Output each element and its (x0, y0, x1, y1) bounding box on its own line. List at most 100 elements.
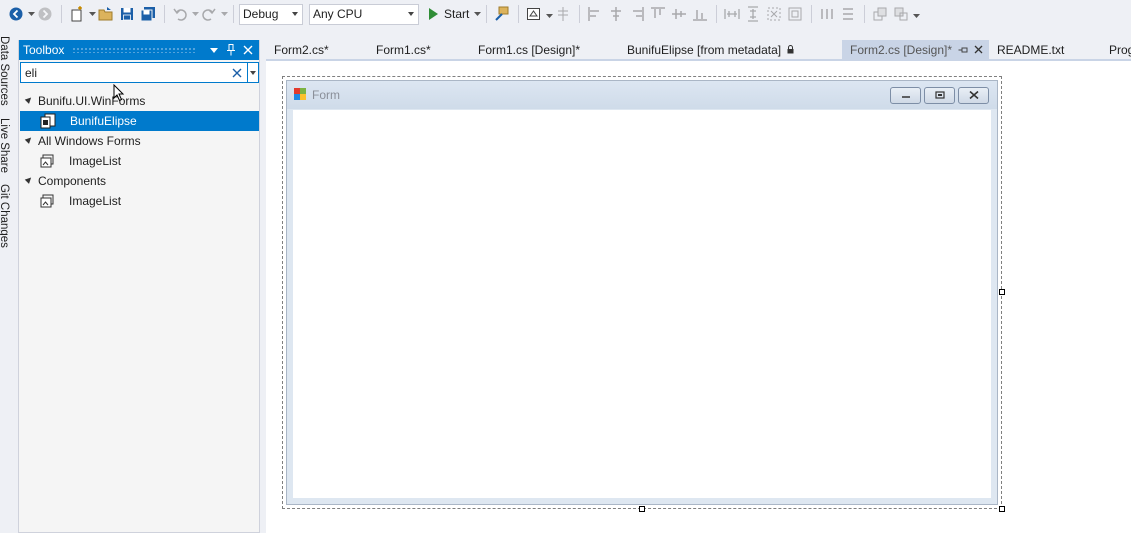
align-middles-icon[interactable] (669, 4, 689, 24)
form-layout-icon[interactable] (524, 4, 544, 24)
close-icon[interactable] (241, 43, 255, 57)
platform-select[interactable]: Any CPU (309, 3, 419, 25)
make-same-width-icon[interactable] (722, 4, 742, 24)
item-label: BunifuElipse (70, 114, 137, 128)
item-label: ImageList (69, 194, 122, 208)
form-selection-frame[interactable]: Form (282, 76, 1002, 509)
tab-form1-cs[interactable]: Form1.cs* (368, 40, 470, 59)
window-position-dropdown-icon[interactable] (207, 43, 221, 57)
horizontal-spacing-icon[interactable] (817, 4, 837, 24)
tab-form1-design[interactable]: Form1.cs [Design]* (470, 40, 619, 59)
toolbar-separator (518, 5, 520, 23)
toolbox-search-row: eli (20, 62, 259, 83)
toolbox-titlebar[interactable]: Toolbox (19, 40, 259, 60)
align-rights-icon[interactable] (627, 4, 647, 24)
resize-handle-right[interactable] (999, 289, 1005, 295)
tab-label: Form1.cs [Design]* (478, 42, 581, 57)
chevron-down-icon (250, 70, 257, 75)
pin-icon[interactable] (224, 43, 238, 57)
save-icon[interactable] (117, 4, 137, 24)
make-same-height-icon[interactable] (743, 4, 763, 24)
align-tops-icon[interactable] (648, 4, 668, 24)
designed-form[interactable]: Form (286, 80, 998, 505)
tab-form2-cs[interactable]: Form2.cs* (266, 40, 368, 59)
group-label: Bunifu.UI.WinForms (38, 94, 146, 108)
imagelist-icon (39, 193, 55, 209)
size-to-grid-icon[interactable] (764, 4, 784, 24)
toolbar-separator (716, 5, 718, 23)
search-value: eli (25, 65, 38, 80)
main-toolbar: Debug Any CPU Start (0, 0, 1131, 28)
align-bottoms-icon[interactable] (690, 4, 710, 24)
make-same-size-icon[interactable] (785, 4, 805, 24)
group-label: All Windows Forms (38, 134, 141, 148)
form-designer-surface[interactable]: Form (266, 59, 1131, 533)
chevron-down-icon (408, 12, 414, 16)
close-icon[interactable] (958, 86, 989, 104)
toolbar-overflow-icon[interactable] (912, 4, 920, 24)
toolbox-item-imagelist[interactable]: ImageList (19, 191, 259, 211)
tab-label: Prog (1109, 42, 1131, 57)
toolbox-tree: Bunifu.UI.WinForms BunifuElipse All Wind… (19, 91, 259, 211)
start-dropdown-icon[interactable] (473, 4, 481, 24)
align-lefts-icon[interactable] (585, 4, 605, 24)
expanded-triangle-icon[interactable] (24, 95, 34, 104)
undo-icon[interactable] (170, 4, 190, 24)
tab-readme-txt[interactable]: README.txt (989, 40, 1101, 59)
save-all-icon[interactable] (138, 4, 158, 24)
item-label: ImageList (69, 154, 122, 168)
configuration-value: Debug (243, 7, 279, 21)
form-layout-dropdown-icon[interactable] (545, 4, 553, 24)
redo-icon[interactable] (199, 4, 219, 24)
align-to-grid-icon[interactable] (553, 4, 573, 24)
expanded-triangle-icon[interactable] (24, 135, 34, 144)
maximize-icon[interactable] (924, 86, 955, 104)
new-project-icon[interactable] (67, 4, 87, 24)
start-button[interactable]: Start (425, 4, 473, 24)
panel-grip (72, 47, 196, 53)
toolbox-group-bunifu[interactable]: Bunifu.UI.WinForms (19, 91, 259, 111)
redo-dropdown-icon[interactable] (220, 4, 228, 24)
resize-handle-bottom-right[interactable] (999, 506, 1005, 512)
live-share-tab[interactable]: Live Share (0, 118, 10, 173)
tab-bunifuelipse-metadata[interactable]: BunifuElipse [from metadata] (619, 40, 842, 59)
bring-to-front-icon[interactable] (870, 4, 890, 24)
navigate-back-icon[interactable] (6, 4, 26, 24)
browser-link-icon[interactable] (492, 4, 512, 24)
resize-handle-bottom[interactable] (639, 506, 645, 512)
configuration-select[interactable]: Debug (239, 3, 303, 25)
data-sources-tab[interactable]: Data Sources (0, 36, 10, 106)
open-folder-icon[interactable] (96, 4, 116, 24)
align-centers-icon[interactable] (606, 4, 626, 24)
tab-program-cs[interactable]: Prog (1101, 40, 1131, 59)
clear-search-icon[interactable] (231, 67, 243, 79)
toolbar-separator (864, 5, 866, 23)
toolbox-search-input[interactable]: eli (20, 62, 249, 83)
search-options-dropdown[interactable] (248, 62, 259, 83)
minimize-icon[interactable] (890, 86, 921, 104)
form-client-area[interactable] (293, 110, 991, 498)
component-icon (40, 113, 56, 129)
toolbox-group-components[interactable]: Components (19, 171, 259, 191)
undo-dropdown-icon[interactable] (191, 4, 199, 24)
expanded-triangle-icon[interactable] (24, 175, 34, 184)
send-to-back-icon[interactable] (891, 4, 911, 24)
toolbox-item-bunifuelipse[interactable]: BunifuElipse (20, 111, 259, 131)
navigate-back-dropdown-icon[interactable] (27, 4, 35, 24)
group-label: Components (38, 174, 107, 188)
vertical-spacing-icon[interactable] (838, 4, 858, 24)
tab-label: BunifuElipse [from metadata] (627, 42, 782, 57)
tab-form2-design[interactable]: Form2.cs [Design]* (842, 40, 989, 59)
toolbox-item-imagelist[interactable]: ImageList (19, 151, 259, 171)
toolbar-separator (61, 5, 62, 23)
git-changes-tab[interactable]: Git Changes (0, 184, 10, 248)
toolbox-group-all-windows-forms[interactable]: All Windows Forms (19, 131, 259, 151)
pin-tab-icon[interactable] (958, 46, 968, 54)
platform-value: Any CPU (313, 7, 363, 21)
navigate-forward-icon[interactable] (35, 4, 55, 24)
toolbox-title: Toolbox (23, 43, 65, 57)
mouse-cursor-icon (113, 84, 125, 102)
close-tab-icon[interactable] (974, 45, 983, 54)
tab-label: Form1.cs* (376, 42, 431, 57)
new-project-dropdown-icon[interactable] (88, 4, 96, 24)
